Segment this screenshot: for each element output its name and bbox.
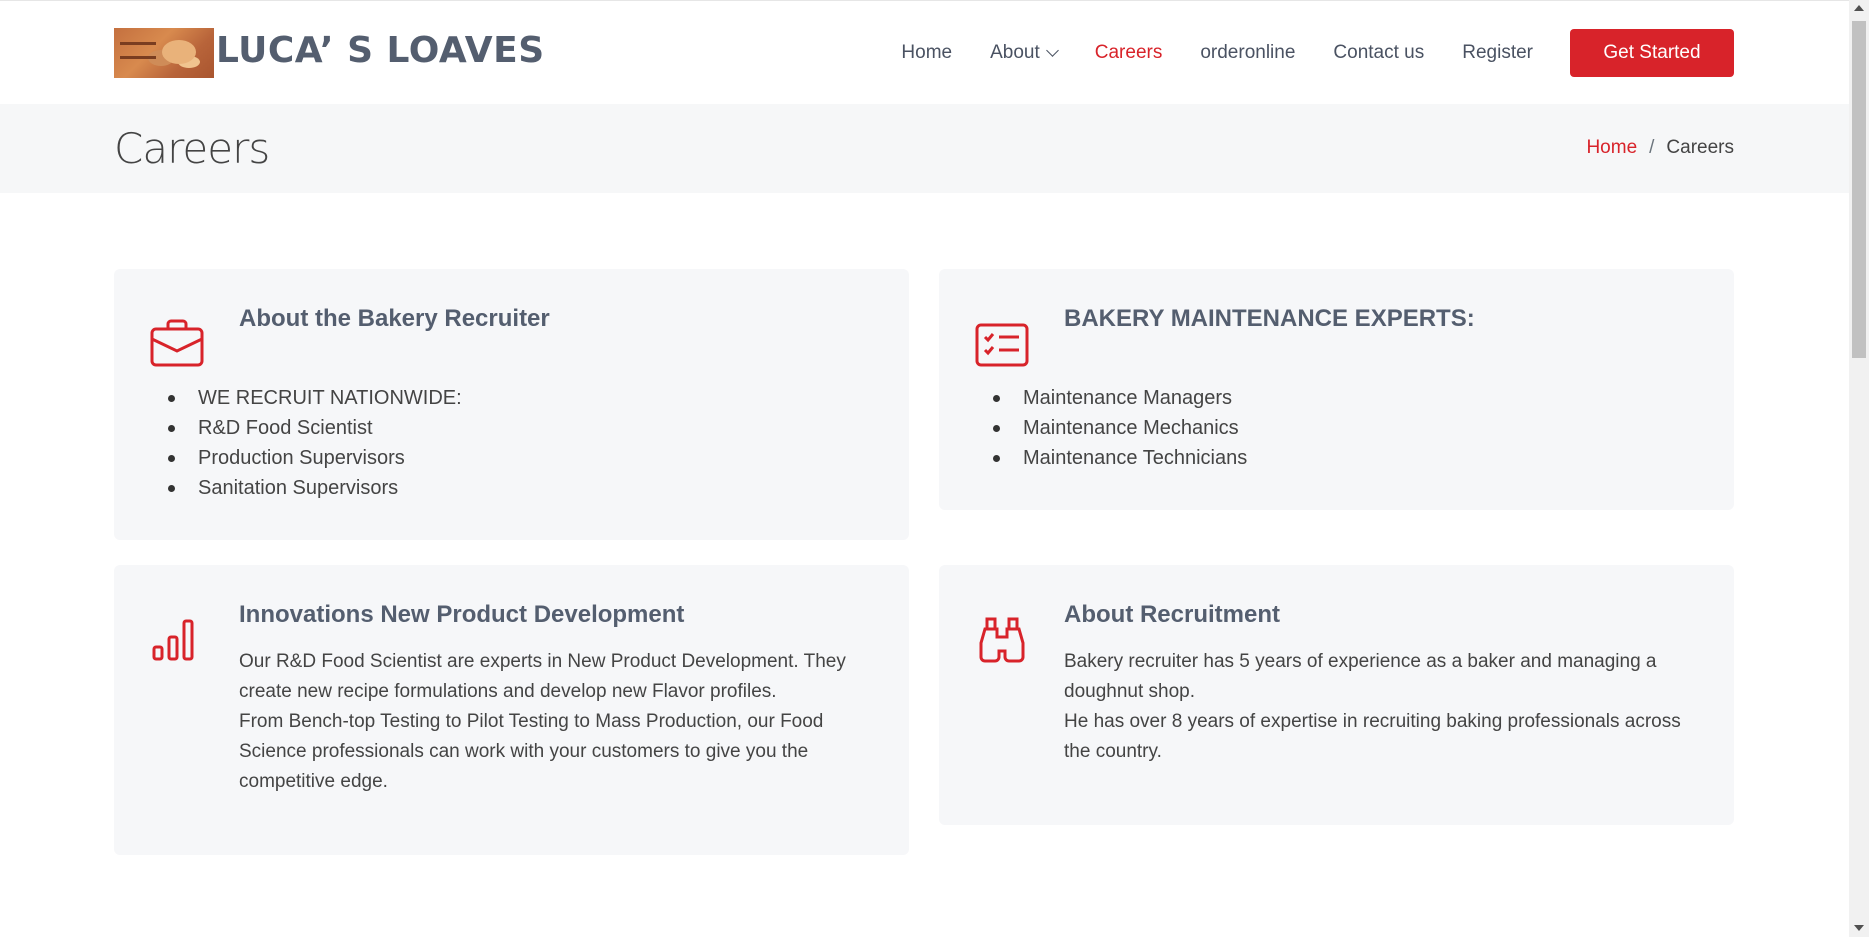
chevron-down-icon bbox=[1045, 43, 1059, 57]
scroll-up-arrow-icon[interactable] bbox=[1854, 5, 1864, 11]
card-bakery-recruiter: About the Bakery Recruiter WE RECRUIT NA… bbox=[114, 269, 909, 540]
breadcrumb-current: Careers bbox=[1666, 137, 1734, 158]
nav-home[interactable]: Home bbox=[901, 42, 952, 64]
brand-name: LUCA’ S LOAVES bbox=[216, 29, 545, 71]
list-item: Maintenance Mechanics bbox=[993, 413, 1247, 443]
card-maintenance-experts: BAKERY MAINTENANCE EXPERTS: Maintenance … bbox=[939, 269, 1734, 510]
nav-about[interactable]: About bbox=[990, 42, 1059, 64]
card-new-product-development: Innovations New Product Development Our … bbox=[114, 565, 909, 855]
briefcase-icon bbox=[150, 319, 204, 367]
card-title: Innovations New Product Development bbox=[239, 601, 685, 628]
brand-logo[interactable]: LUCA’ S LOAVES bbox=[114, 28, 545, 78]
breadcrumb-separator: / bbox=[1649, 137, 1655, 158]
card-text: Our R&D Food Scientist are experts in Ne… bbox=[239, 647, 879, 797]
nav-home-label: Home bbox=[901, 42, 953, 63]
nav-register-label: Register bbox=[1462, 42, 1533, 63]
card-paragraph: From Bench-top Testing to Pilot Testing … bbox=[239, 711, 824, 792]
list-item: R&D Food Scientist bbox=[168, 413, 462, 443]
site-header: LUCA’ S LOAVES Home About Careers ordero… bbox=[0, 1, 1849, 104]
nav-contact-label: Contact us bbox=[1333, 42, 1425, 63]
list-item: Sanitation Supervisors bbox=[168, 473, 462, 503]
list-item: Maintenance Managers bbox=[993, 383, 1247, 413]
binoculars-icon bbox=[979, 617, 1025, 663]
card-paragraph: Bakery recruiter has 5 years of experien… bbox=[1064, 651, 1657, 702]
page-title: Careers bbox=[114, 124, 270, 173]
card-title: About Recruitment bbox=[1064, 601, 1280, 628]
nav-register[interactable]: Register bbox=[1462, 42, 1533, 64]
bar-chart-icon bbox=[152, 619, 194, 661]
scroll-down-arrow-icon[interactable] bbox=[1854, 925, 1864, 931]
nav-contact[interactable]: Contact us bbox=[1333, 42, 1424, 64]
nav-careers-label: Careers bbox=[1094, 42, 1163, 63]
list-item: WE RECRUIT NATIONWIDE: bbox=[168, 383, 462, 413]
vertical-scrollbar[interactable] bbox=[1849, 0, 1869, 937]
breadcrumb-bar: Careers Home / Careers bbox=[0, 104, 1849, 193]
card-list: Maintenance Managers Maintenance Mechani… bbox=[993, 383, 1247, 473]
nav-orderonline[interactable]: orderonline bbox=[1200, 42, 1295, 64]
get-started-button[interactable]: Get Started bbox=[1570, 29, 1734, 77]
bakery-logo-image bbox=[114, 28, 214, 78]
list-item: Production Supervisors bbox=[168, 443, 462, 473]
breadcrumb: Home / Careers bbox=[1586, 137, 1734, 159]
nav-careers[interactable]: Careers bbox=[1095, 42, 1163, 64]
card-paragraph: He has over 8 years of expertise in recr… bbox=[1064, 711, 1681, 762]
nav-orderonline-label: orderonline bbox=[1200, 42, 1296, 63]
checklist-icon bbox=[975, 323, 1029, 367]
card-text: Bakery recruiter has 5 years of experien… bbox=[1064, 647, 1704, 767]
card-list: WE RECRUIT NATIONWIDE: R&D Food Scientis… bbox=[168, 383, 462, 503]
card-title: BAKERY MAINTENANCE EXPERTS: bbox=[1064, 305, 1475, 332]
card-title: About the Bakery Recruiter bbox=[239, 305, 550, 332]
scrollbar-thumb[interactable] bbox=[1852, 21, 1866, 358]
nav-about-label: About bbox=[990, 42, 1040, 63]
card-about-recruitment: About Recruitment Bakery recruiter has 5… bbox=[939, 565, 1734, 825]
card-paragraph: Our R&D Food Scientist are experts in Ne… bbox=[239, 651, 846, 702]
breadcrumb-home-link[interactable]: Home bbox=[1586, 137, 1637, 159]
list-item: Maintenance Technicians bbox=[993, 443, 1247, 473]
main-nav: Home About Careers orderonline Contact u… bbox=[863, 29, 1734, 77]
